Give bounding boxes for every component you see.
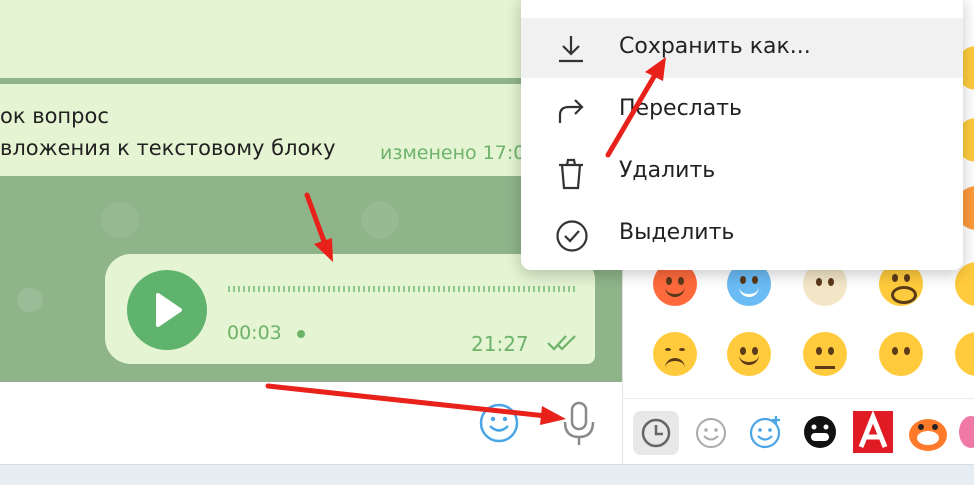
menu-item-label: Сохранить как... xyxy=(619,34,811,59)
play-button[interactable] xyxy=(127,270,207,350)
emoji-hugging-face[interactable] xyxy=(727,332,771,376)
voice-message-bubble[interactable]: 00:03 21:27 xyxy=(105,254,595,364)
message-text-line-2: вложения к текстовому блоку xyxy=(0,136,336,160)
emoji-downcast-face[interactable] xyxy=(653,332,697,376)
message-text-line-1: ок вопрос xyxy=(0,104,109,128)
voice-time: 21:27 xyxy=(471,332,529,356)
voice-duration: 00:03 xyxy=(227,322,282,344)
menu-item-select[interactable]: Выделить xyxy=(521,204,963,264)
emoji-thinking-face[interactable] xyxy=(803,332,847,376)
menu-item-save-as[interactable]: Сохранить как... xyxy=(521,18,963,78)
context-menu: Сохранить как... Переслать Удалить Выдел… xyxy=(521,0,963,270)
microphone-icon[interactable] xyxy=(560,400,598,448)
message-bubble-text[interactable]: ок вопрос вложения к текстовому блоку из… xyxy=(0,84,560,176)
grin-icon[interactable] xyxy=(801,413,839,451)
tab-recent[interactable] xyxy=(633,411,679,455)
emoji-tabs-bar xyxy=(623,398,974,465)
menu-item-delete[interactable]: Удалить xyxy=(521,142,963,202)
emoji-peeking-face[interactable] xyxy=(879,332,923,376)
sticker-icon[interactable] xyxy=(747,413,785,451)
menu-item-label: Удалить xyxy=(619,158,716,183)
menu-item-label: Переслать xyxy=(619,96,742,121)
download-icon xyxy=(559,36,583,63)
smile-icon[interactable] xyxy=(478,402,520,444)
read-checkmarks-icon xyxy=(547,335,576,351)
smile-icon[interactable] xyxy=(693,415,729,451)
menu-item-label: Выделить xyxy=(619,220,735,245)
menu-item-forward[interactable]: Переслать xyxy=(521,80,963,140)
play-icon xyxy=(156,293,182,327)
trash-icon xyxy=(559,158,583,190)
pack-c-icon[interactable] xyxy=(959,413,974,451)
emoji[interactable] xyxy=(955,332,974,376)
pack-b-icon[interactable] xyxy=(907,411,949,453)
check-circle-icon xyxy=(556,220,588,252)
message-edited-label: изменено 17:02 xyxy=(380,142,538,164)
message-bubble-top xyxy=(0,0,538,78)
recent-icon xyxy=(641,418,671,448)
unplayed-dot xyxy=(297,330,305,338)
message-composer[interactable] xyxy=(0,382,622,464)
forward-icon xyxy=(558,99,584,123)
voice-waveform[interactable] xyxy=(228,286,578,292)
taskbar xyxy=(0,464,974,485)
pack-a-icon[interactable] xyxy=(853,411,893,453)
